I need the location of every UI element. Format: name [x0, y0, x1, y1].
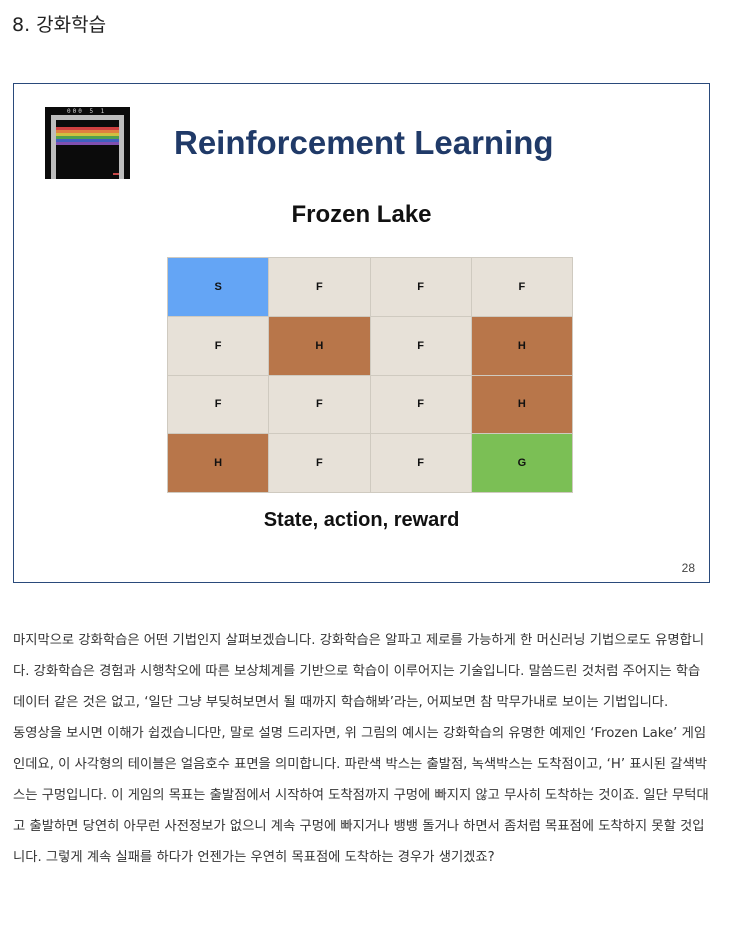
thumbnail-frame-top: [51, 115, 124, 120]
slide-caption: State, action, reward: [263, 509, 460, 531]
grid-cell: F: [269, 434, 370, 492]
grid-cell: G: [471, 434, 572, 492]
thumbnail-paddle: [113, 173, 119, 175]
section-title: 8. 강화학습: [12, 14, 107, 36]
grid-cell: F: [471, 258, 572, 316]
thumbnail-score: 000 5 1: [67, 108, 107, 115]
slide-figure: 000 5 1 Reinforcement Learning Frozen La…: [13, 83, 710, 583]
grid-cell: F: [269, 375, 370, 434]
grid-cell: F: [370, 258, 471, 316]
grid-cell: F: [168, 375, 269, 434]
thumbnail-frame-right: [119, 115, 124, 179]
grid-cell: F: [370, 316, 471, 375]
grid-cell: H: [471, 375, 572, 434]
grid-cell: S: [168, 258, 269, 316]
breakout-game-thumbnail: 000 5 1: [45, 107, 130, 179]
article-body: 마지막으로 강화학습은 어떤 기법인지 살펴보겠습니다. 강화학습은 알파고 제…: [13, 625, 713, 873]
grid-cell: F: [168, 316, 269, 375]
paragraph-1: 마지막으로 강화학습은 어떤 기법인지 살펴보겠습니다. 강화학습은 알파고 제…: [13, 633, 705, 710]
thumbnail-frame-left: [51, 115, 56, 179]
grid-cell: F: [370, 434, 471, 492]
grid-cell: H: [471, 316, 572, 375]
paragraph-2: 동영상을 보시면 이해가 쉽겠습니다만, 말로 설명 드리자면, 위 그림의 예…: [13, 726, 709, 865]
grid-cell: F: [370, 375, 471, 434]
brick-band: [56, 142, 119, 145]
grid-cell: H: [269, 316, 370, 375]
frozen-lake-grid: SFFFFHFHFFFHHFFG: [167, 257, 573, 493]
game-title: Frozen Lake: [291, 201, 432, 228]
grid-cell: F: [269, 258, 370, 316]
slide-page-number: 28: [681, 561, 695, 575]
slide-title: Reinforcement Learning: [174, 124, 554, 161]
grid-cell: H: [168, 434, 269, 492]
